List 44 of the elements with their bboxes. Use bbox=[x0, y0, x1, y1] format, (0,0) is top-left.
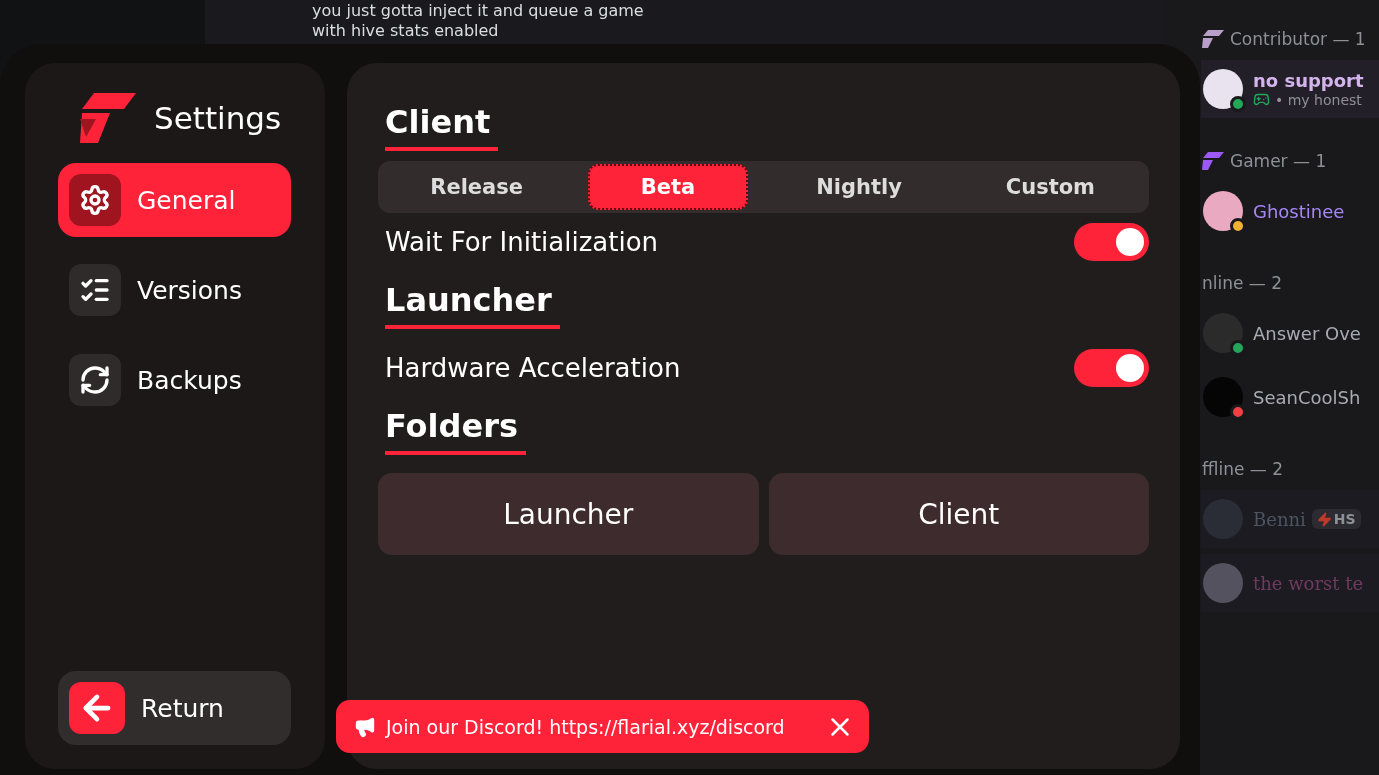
member-name: the worst te bbox=[1253, 572, 1364, 594]
logo-icon bbox=[80, 93, 136, 143]
tag-badge: HS bbox=[1311, 509, 1361, 529]
member-group-title: nline — 2 bbox=[1202, 273, 1283, 293]
channel-tab[interactable]: Beta bbox=[588, 164, 748, 210]
return-button[interactable]: Return bbox=[58, 671, 291, 745]
member-row[interactable]: Answer Ove bbox=[1201, 304, 1379, 362]
banner-text: Join our Discord! https://flarial.xyz/discord bbox=[386, 715, 786, 738]
toggle-switch[interactable] bbox=[1074, 223, 1149, 261]
member-group-title: Gamer — 1 bbox=[1230, 151, 1327, 171]
member-name: Ghostinee bbox=[1253, 200, 1345, 222]
channel-tab[interactable]: Custom bbox=[954, 164, 1146, 210]
member-row[interactable]: Benni HS bbox=[1201, 490, 1379, 548]
chat-message: with hive stats enabled bbox=[312, 21, 500, 41]
nav-item[interactable]: General bbox=[58, 163, 291, 237]
nav-item[interactable]: Versions bbox=[58, 253, 291, 327]
section-heading: Launcher bbox=[385, 281, 560, 329]
member-name: Answer Ove bbox=[1253, 322, 1361, 344]
section-heading: Client bbox=[385, 103, 499, 151]
member-name: no support bbox=[1253, 70, 1364, 91]
settings-title: Settings bbox=[154, 100, 282, 136]
member-name: Benni bbox=[1253, 508, 1306, 530]
settings-icon bbox=[79, 184, 111, 216]
nav-item[interactable]: Backups bbox=[58, 343, 291, 417]
section-heading: Folders bbox=[385, 407, 526, 455]
setting-label: Hardware Acceleration bbox=[385, 353, 681, 383]
member-row[interactable]: Ghostinee bbox=[1201, 182, 1379, 240]
toggle-switch[interactable] bbox=[1074, 349, 1149, 387]
member-group-title: Contributor — 1 bbox=[1230, 29, 1366, 49]
folder-button[interactable]: Launcher bbox=[378, 473, 759, 555]
channel-tab[interactable]: Nightly bbox=[763, 164, 955, 210]
member-row[interactable]: SeanCoolSh bbox=[1201, 368, 1379, 426]
megaphone-icon bbox=[354, 715, 376, 738]
member-group-title: ffline — 2 bbox=[1202, 459, 1283, 479]
folder-button[interactable]: Client bbox=[768, 473, 1149, 555]
gamepad-icon bbox=[1253, 91, 1270, 108]
member-row[interactable]: no support • my honest bbox=[1201, 60, 1379, 118]
activity-text: • my honest bbox=[1275, 91, 1362, 108]
setting-label: Wait For Initialization bbox=[385, 227, 659, 257]
member-name: SeanCoolSh bbox=[1253, 386, 1361, 408]
avatar bbox=[1203, 563, 1243, 603]
channel-tab[interactable]: Release bbox=[381, 164, 573, 210]
refresh-icon bbox=[79, 364, 111, 396]
chat-message: you just gotta inject it and queue a game bbox=[312, 1, 645, 21]
